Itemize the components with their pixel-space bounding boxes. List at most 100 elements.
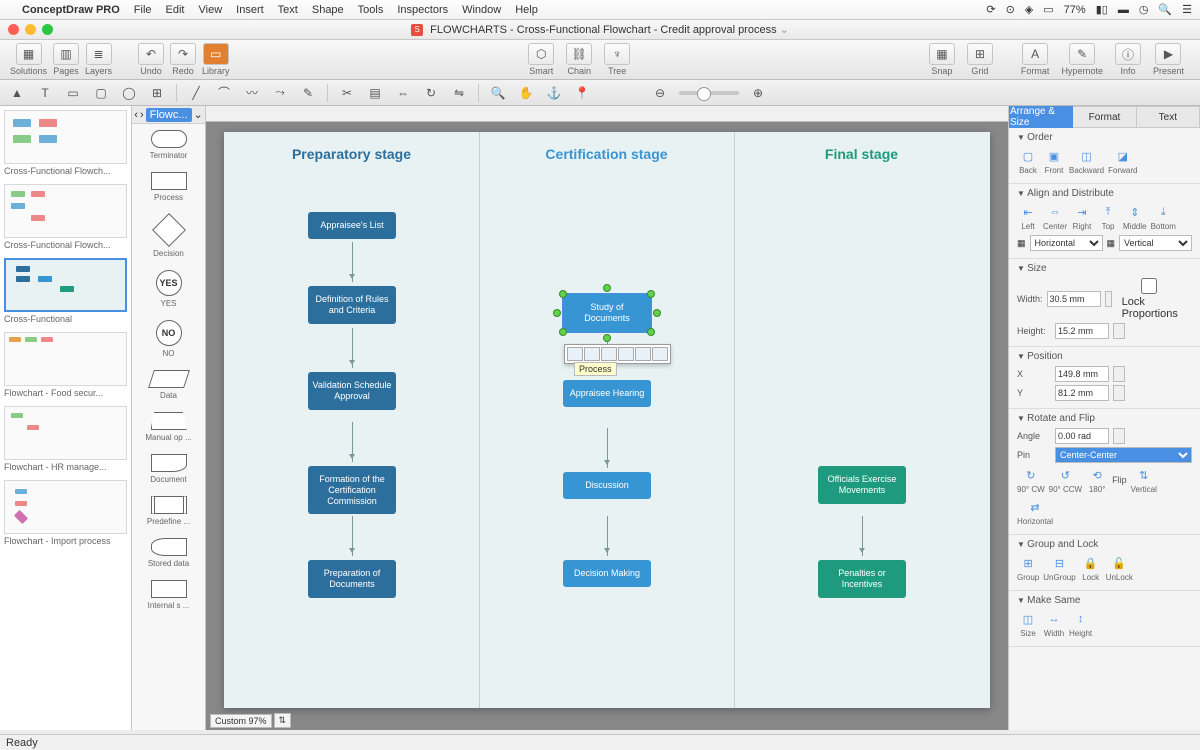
airplay-icon[interactable]: ◈: [1025, 3, 1033, 16]
select-tool[interactable]: ▲: [8, 84, 26, 102]
shape-mini-toolbar[interactable]: [564, 344, 671, 364]
menu-icon[interactable]: ☰: [1182, 3, 1192, 16]
zoom-stepper[interactable]: ⇅: [274, 713, 292, 728]
connector[interactable]: [352, 328, 353, 368]
group-button[interactable]: ⊞Group: [1017, 554, 1039, 582]
height-input[interactable]: [1055, 323, 1109, 339]
resize-handle[interactable]: [603, 334, 611, 342]
flowchart-node[interactable]: Formation of the Certification Commissio…: [308, 466, 396, 514]
rect-tool[interactable]: ▭: [64, 84, 82, 102]
rotate-ccw-button[interactable]: ↺90° CCW: [1049, 466, 1082, 494]
template-item[interactable]: Cross-Functional Flowch...: [4, 184, 127, 250]
angle-stepper[interactable]: [1113, 428, 1125, 444]
flip-h-button[interactable]: ⇄Horizontal: [1017, 498, 1053, 526]
flip-tool[interactable]: ⇋: [450, 84, 468, 102]
section-header[interactable]: Size: [1017, 263, 1192, 274]
rotate-tool[interactable]: ↻: [422, 84, 440, 102]
resize-handle[interactable]: [647, 290, 655, 298]
distribute-h-select[interactable]: Horizontal: [1030, 235, 1103, 251]
tab-format[interactable]: Format: [1073, 106, 1136, 128]
order-back-button[interactable]: ▢Back: [1017, 147, 1039, 175]
connector[interactable]: [607, 428, 608, 468]
anchor-tool[interactable]: ⚓: [545, 84, 563, 102]
hand-tool[interactable]: ✋: [517, 84, 535, 102]
library-header[interactable]: ‹›Flowc...⌄: [132, 106, 205, 124]
section-header[interactable]: Position: [1017, 351, 1192, 362]
distribute-tool[interactable]: ⇔: [394, 84, 412, 102]
zoom-in-icon[interactable]: 🔍: [489, 84, 507, 102]
library-shape[interactable]: Document: [132, 448, 205, 490]
arc-tool[interactable]: ⌒: [215, 84, 233, 102]
display-icon[interactable]: ▭: [1043, 3, 1053, 16]
flowchart-node[interactable]: Definition of Rules and Criteria: [308, 286, 396, 324]
resize-handle[interactable]: [653, 309, 661, 317]
library-button[interactable]: ▭: [203, 43, 229, 65]
rounded-tool[interactable]: ▢: [92, 84, 110, 102]
makesame-height-button[interactable]: ↕Height: [1069, 610, 1092, 638]
redo-button[interactable]: ↷: [170, 43, 196, 65]
menu-inspectors[interactable]: Inspectors: [397, 4, 448, 16]
template-item[interactable]: Flowchart - HR manage...: [4, 406, 127, 472]
template-item-selected[interactable]: Cross-Functional: [4, 258, 127, 324]
library-shape[interactable]: Process: [132, 166, 205, 208]
connector[interactable]: [352, 422, 353, 462]
zoom-button[interactable]: [42, 24, 53, 35]
solutions-button[interactable]: ▦: [16, 43, 42, 65]
align-right-button[interactable]: ⇥Right: [1071, 203, 1093, 231]
app-name[interactable]: ConceptDraw PRO: [22, 4, 120, 16]
format-button[interactable]: A: [1022, 43, 1048, 65]
zoom-in-icon-2[interactable]: ⊕: [749, 84, 767, 102]
connector[interactable]: [352, 242, 353, 282]
y-stepper[interactable]: [1113, 385, 1125, 401]
flowchart-node[interactable]: Discussion: [563, 472, 651, 499]
snap-button[interactable]: ▦: [929, 43, 955, 65]
battery-icon[interactable]: ▮▯: [1096, 3, 1108, 16]
template-item[interactable]: Cross-Functional Flowch...: [4, 110, 127, 176]
tree-button[interactable]: ♆: [604, 43, 630, 65]
pages-button[interactable]: ▥: [53, 43, 79, 65]
flowchart-node-selected[interactable]: Study of Documents: [563, 294, 651, 332]
align-tool[interactable]: ▤: [366, 84, 384, 102]
menu-insert[interactable]: Insert: [236, 4, 264, 16]
section-header[interactable]: Group and Lock: [1017, 539, 1192, 550]
library-shape[interactable]: Stored data: [132, 532, 205, 574]
hypernote-button[interactable]: ✎: [1069, 43, 1095, 65]
width-stepper[interactable]: [1105, 291, 1112, 307]
width-input[interactable]: [1047, 291, 1101, 307]
present-button[interactable]: ▶: [1155, 43, 1181, 65]
rotate-cw-button[interactable]: ↻90° CW: [1017, 466, 1045, 494]
tab-text[interactable]: Text: [1137, 106, 1200, 128]
section-header[interactable]: Rotate and Flip: [1017, 413, 1192, 424]
flowchart-node[interactable]: Appraisee Hearing: [563, 380, 651, 407]
rotate-180-button[interactable]: ⟲180°: [1086, 466, 1108, 494]
flowchart-node[interactable]: Validation Schedule Approval: [308, 372, 396, 410]
resize-handle[interactable]: [647, 328, 655, 336]
connector-tool[interactable]: ⤳: [271, 84, 289, 102]
tab-arrange[interactable]: Arrange & Size: [1009, 106, 1073, 128]
info-button[interactable]: ⓘ: [1115, 43, 1141, 65]
menu-edit[interactable]: Edit: [166, 4, 185, 16]
smart-button[interactable]: ⬡: [528, 43, 554, 65]
flowchart-node[interactable]: Officials Exercise Movements: [818, 466, 906, 504]
connector[interactable]: [607, 516, 608, 556]
order-backward-button[interactable]: ◫Backward: [1069, 147, 1104, 175]
canvas[interactable]: Preparatory stage Certification stage Fi…: [206, 122, 1008, 730]
lock-button[interactable]: 🔒Lock: [1080, 554, 1102, 582]
ungroup-button[interactable]: ⊟UnGroup: [1043, 554, 1075, 582]
crop-tool[interactable]: ✂: [338, 84, 356, 102]
library-shape[interactable]: Decision: [132, 208, 205, 264]
menu-text[interactable]: Text: [278, 4, 298, 16]
grid-button[interactable]: ⊞: [967, 43, 993, 65]
align-middle-button[interactable]: ⇕Middle: [1123, 203, 1147, 231]
flip-v-button[interactable]: ⇅Vertical: [1131, 466, 1157, 494]
curve-tool[interactable]: 〰: [243, 84, 261, 102]
library-shape[interactable]: Data: [132, 364, 205, 406]
zoom-value[interactable]: Custom 97%: [210, 714, 272, 728]
order-front-button[interactable]: ▣Front: [1043, 147, 1065, 175]
menu-window[interactable]: Window: [462, 4, 501, 16]
chain-button[interactable]: ⛓: [566, 43, 592, 65]
align-center-button[interactable]: ⇔Center: [1043, 203, 1067, 231]
pin-select[interactable]: Center-Center: [1055, 447, 1192, 463]
pin-tool[interactable]: 📍: [573, 84, 591, 102]
y-input[interactable]: [1055, 385, 1109, 401]
